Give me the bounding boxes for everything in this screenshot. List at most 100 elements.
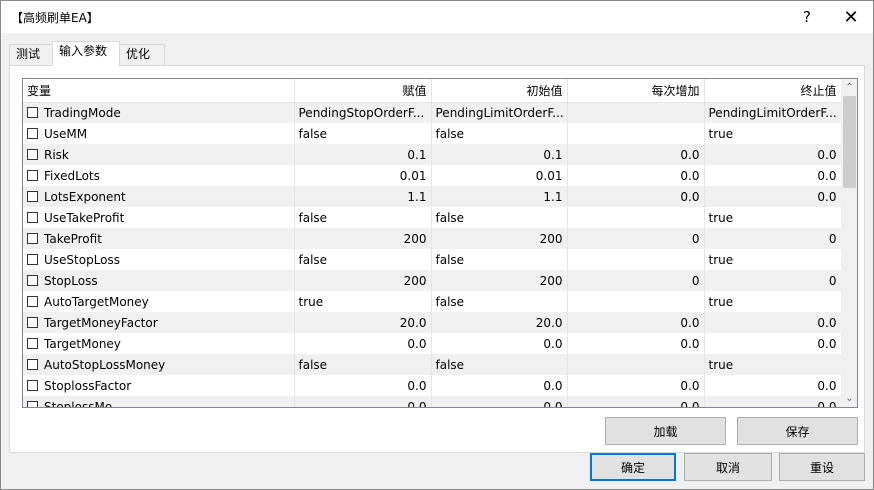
start-cell[interactable]: false	[431, 207, 568, 228]
variable-cell[interactable]: Risk	[23, 144, 295, 165]
value-cell[interactable]: false	[294, 354, 432, 375]
save-button[interactable]: 保存	[737, 417, 858, 445]
value-cell[interactable]: 0.01	[294, 165, 432, 186]
start-cell[interactable]: 0.0	[431, 375, 568, 396]
value-cell[interactable]: 0.1	[294, 144, 432, 165]
stop-cell[interactable]: 0.0	[704, 165, 842, 186]
checkbox-icon[interactable]	[27, 400, 38, 407]
stop-cell[interactable]: 0.0	[704, 312, 842, 333]
checkbox-icon[interactable]	[27, 316, 38, 328]
column-header-value[interactable]: 赋值	[294, 79, 432, 103]
cancel-button[interactable]: 取消	[684, 453, 772, 481]
variable-cell[interactable]: LotsExponent	[23, 186, 295, 207]
step-cell[interactable]: 0.0	[567, 144, 705, 165]
step-cell[interactable]	[567, 123, 705, 144]
start-cell[interactable]: 0.1	[431, 144, 568, 165]
value-cell[interactable]: PendingStopOrderF...	[294, 102, 432, 123]
scrollbar-thumb[interactable]	[843, 96, 856, 188]
load-button[interactable]: 加载	[605, 417, 726, 445]
ok-button[interactable]: 确定	[590, 453, 676, 481]
value-cell[interactable]: 0.0	[294, 396, 432, 407]
table-row[interactable]: TradingMode PendingStopOrderF... PendingLi…	[23, 102, 842, 123]
variable-cell[interactable]: TargetMoney	[23, 333, 295, 354]
checkbox-icon[interactable]	[27, 232, 38, 244]
table-row[interactable]: FixedLots 0.01 0.01 0.0 0.0	[23, 165, 842, 186]
column-header-stop[interactable]: 终止值	[704, 79, 842, 103]
variable-cell[interactable]: TradingMode	[23, 102, 295, 123]
step-cell[interactable]: 0.0	[567, 312, 705, 333]
start-cell[interactable]: false	[431, 123, 568, 144]
column-header-step[interactable]: 每次增加	[567, 79, 705, 103]
variable-cell[interactable]: UseMM	[23, 123, 295, 144]
table-row[interactable]: LotsExponent 1.1 1.1 0.0 0.0	[23, 186, 842, 207]
table-row[interactable]: StopLoss 200 200 0 0	[23, 270, 842, 291]
table-row[interactable]: Risk 0.1 0.1 0.0 0.0	[23, 144, 842, 165]
table-row[interactable]: StoplossMo... 0.0 0.0 0.0 0.0	[23, 396, 842, 407]
value-cell[interactable]: true	[294, 291, 432, 312]
step-cell[interactable]	[567, 291, 705, 312]
variable-cell[interactable]: TargetMoneyFactor	[23, 312, 295, 333]
start-cell[interactable]: 0.0	[431, 333, 568, 354]
stop-cell[interactable]: 0.0	[704, 186, 842, 207]
start-cell[interactable]: false	[431, 249, 568, 270]
column-header-variable[interactable]: 变量	[23, 79, 295, 103]
step-cell[interactable]: 0.0	[567, 186, 705, 207]
start-cell[interactable]: PendingLimitOrderF...	[431, 102, 568, 123]
help-button[interactable]: ?	[787, 1, 827, 33]
variable-cell[interactable]: AutoStopLossMoney	[23, 354, 295, 375]
value-cell[interactable]: 200	[294, 270, 432, 291]
variable-cell[interactable]: UseStopLoss	[23, 249, 295, 270]
table-row[interactable]: TargetMoney 0.0 0.0 0.0 0.0	[23, 333, 842, 354]
start-cell[interactable]: 0.01	[431, 165, 568, 186]
value-cell[interactable]: false	[294, 249, 432, 270]
variable-cell[interactable]: AutoTargetMoney	[23, 291, 295, 312]
stop-cell[interactable]: 0.0	[704, 375, 842, 396]
stop-cell[interactable]: 0.0	[704, 144, 842, 165]
variable-cell[interactable]: StopLoss	[23, 270, 295, 291]
checkbox-icon[interactable]	[27, 274, 38, 286]
table-row[interactable]: StoplossFactor 0.0 0.0 0.0 0.0	[23, 375, 842, 396]
table-row[interactable]: TargetMoneyFactor 20.0 20.0 0.0 0.0	[23, 312, 842, 333]
tab-test[interactable]: 测试	[9, 44, 53, 65]
step-cell[interactable]	[567, 102, 705, 123]
step-cell[interactable]: 0.0	[567, 396, 705, 407]
variable-cell[interactable]: UseTakeProfit	[23, 207, 295, 228]
value-cell[interactable]: false	[294, 123, 432, 144]
start-cell[interactable]: false	[431, 354, 568, 375]
start-cell[interactable]: 20.0	[431, 312, 568, 333]
stop-cell[interactable]: true	[704, 123, 842, 144]
stop-cell[interactable]: 0.0	[704, 333, 842, 354]
variable-cell[interactable]: StoplossMo...	[23, 396, 295, 407]
table-row[interactable]: AutoStopLossMoney false false true	[23, 354, 842, 375]
stop-cell[interactable]: true	[704, 207, 842, 228]
start-cell[interactable]: 200	[431, 228, 568, 249]
stop-cell[interactable]: 0	[704, 270, 842, 291]
value-cell[interactable]: 0.0	[294, 375, 432, 396]
variable-cell[interactable]: StoplossFactor	[23, 375, 295, 396]
checkbox-icon[interactable]	[27, 358, 38, 370]
stop-cell[interactable]: true	[704, 354, 842, 375]
stop-cell[interactable]: true	[704, 249, 842, 270]
value-cell[interactable]: 200	[294, 228, 432, 249]
start-cell[interactable]: false	[431, 291, 568, 312]
checkbox-icon[interactable]	[27, 169, 38, 181]
checkbox-icon[interactable]	[27, 127, 38, 139]
step-cell[interactable]	[567, 249, 705, 270]
table-row[interactable]: UseMM false false true	[23, 123, 842, 144]
value-cell[interactable]: 1.1	[294, 186, 432, 207]
variable-cell[interactable]: TakeProfit	[23, 228, 295, 249]
table-row[interactable]: TakeProfit 200 200 0 0	[23, 228, 842, 249]
checkbox-icon[interactable]	[27, 148, 38, 160]
step-cell[interactable]	[567, 207, 705, 228]
checkbox-icon[interactable]	[27, 337, 38, 349]
column-header-start[interactable]: 初始值	[431, 79, 568, 103]
table-row[interactable]: AutoTargetMoney true false true	[23, 291, 842, 312]
checkbox-icon[interactable]	[27, 190, 38, 202]
step-cell[interactable]: 0	[567, 270, 705, 291]
variable-cell[interactable]: FixedLots	[23, 165, 295, 186]
checkbox-icon[interactable]	[27, 211, 38, 223]
stop-cell[interactable]: 0	[704, 228, 842, 249]
scroll-down-icon[interactable]: ⌄	[841, 390, 857, 407]
start-cell[interactable]: 1.1	[431, 186, 568, 207]
step-cell[interactable]	[567, 354, 705, 375]
